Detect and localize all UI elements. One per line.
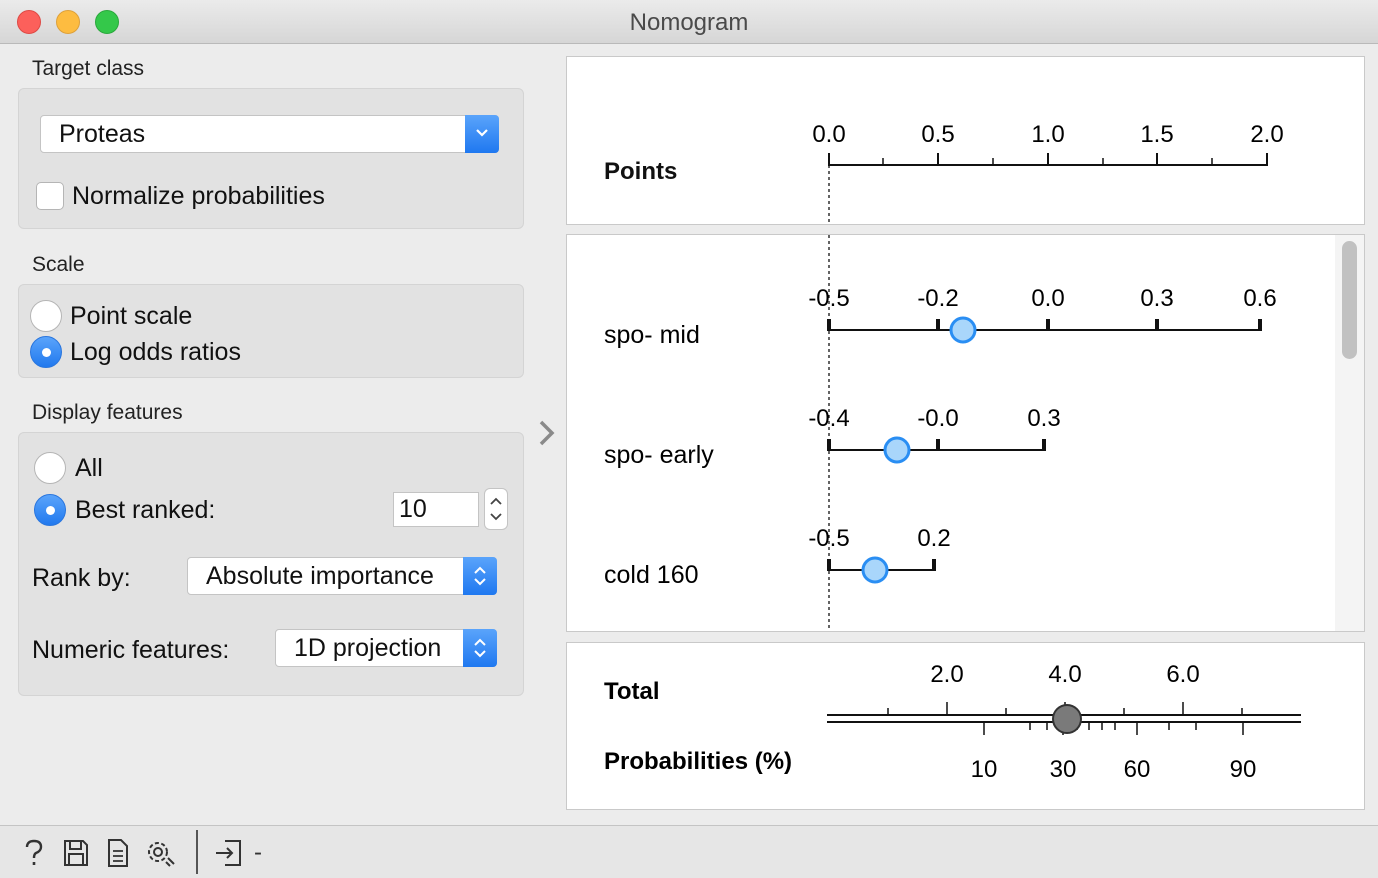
chevron-down-icon: [465, 115, 499, 153]
stepper-arrows-icon: [490, 497, 502, 521]
feature-tick-label: -0.5: [808, 285, 849, 312]
feature-name: spo- early: [604, 441, 714, 469]
target-class-value: Proteas: [59, 120, 146, 148]
probability-axis-ticks: [983, 722, 1244, 735]
window-title: Nomogram: [629, 9, 749, 36]
feature-tick-label: 0.3: [1027, 405, 1060, 432]
log-odds-ratios-radio[interactable]: [30, 336, 62, 368]
probability-tick-label: 90: [1230, 756, 1257, 783]
output-status-text: -: [254, 839, 262, 866]
probability-tick-label: 60: [1124, 756, 1151, 783]
scale-label: Scale: [32, 253, 85, 276]
features-scrollbar-thumb[interactable]: [1342, 241, 1357, 359]
total-tick-label: 6.0: [1166, 661, 1199, 688]
best-ranked-input[interactable]: 10: [393, 492, 479, 527]
numeric-features-select[interactable]: 1D projection: [275, 629, 497, 667]
feature-name: cold 160: [604, 561, 699, 589]
up-down-chevron-icon: [463, 629, 497, 667]
feature-name: spo- mid: [604, 321, 700, 349]
status-bar: -: [0, 825, 1378, 878]
save-icon[interactable]: [62, 838, 90, 868]
probabilities-label: Probabilities (%): [604, 748, 792, 775]
up-down-chevron-icon: [463, 557, 497, 595]
status-divider: [196, 830, 198, 874]
probability-tick-label: 10: [971, 756, 998, 783]
all-features-label: All: [75, 454, 103, 482]
log-odds-ratios-label: Log odds ratios: [70, 338, 241, 366]
feature-tick-label: 0.0: [1031, 285, 1064, 312]
feature-tick-label: -0.5: [808, 525, 849, 552]
best-ranked-label: Best ranked:: [75, 496, 216, 524]
points-label: Points: [604, 158, 677, 185]
normalize-probabilities-checkbox[interactable]: [36, 182, 64, 210]
point-scale-label: Point scale: [70, 302, 193, 330]
probability-tick-label: 30: [1050, 756, 1077, 783]
points-panel: Points 0.0 0.5 1.0 1.5 2.0: [566, 56, 1365, 225]
points-tick-label: 2.0: [1250, 121, 1283, 148]
total-tick-label: 2.0: [930, 661, 963, 688]
point-scale-radio[interactable]: [30, 300, 62, 332]
total-tick-label: 4.0: [1048, 661, 1081, 688]
points-tick-label: 0.0: [812, 121, 845, 148]
total-label: Total: [604, 678, 660, 705]
points-tick-label: 1.0: [1031, 121, 1064, 148]
settings-icon[interactable]: [144, 838, 178, 870]
total-marker[interactable]: [1052, 704, 1082, 734]
output-icon[interactable]: [214, 838, 244, 868]
feature-tick-label: 0.3: [1140, 285, 1173, 312]
collapse-panel-icon[interactable]: [536, 418, 558, 448]
report-icon[interactable]: [106, 838, 130, 868]
features-panel: spo- mid -0.5 -0.2 0.0 0.3 0.6 spo- earl…: [566, 234, 1365, 632]
target-class-label: Target class: [32, 57, 145, 80]
feature-tick-label: 0.6: [1243, 285, 1276, 312]
target-class-select[interactable]: Proteas: [40, 115, 499, 153]
feature-tick-label: -0.4: [808, 405, 849, 432]
feature-value-marker[interactable]: [949, 316, 977, 344]
rank-by-select[interactable]: Absolute importance: [187, 557, 497, 595]
numeric-features-value: 1D projection: [294, 634, 442, 662]
normalize-probabilities-label: Normalize probabilities: [72, 182, 325, 210]
title-bar: Nomogram: [0, 0, 1378, 44]
best-ranked-radio[interactable]: [34, 494, 66, 526]
points-tick-label: 0.5: [921, 121, 954, 148]
points-tick-label: 1.5: [1140, 121, 1173, 148]
display-features-label: Display features: [32, 401, 183, 424]
rank-by-label: Rank by:: [32, 564, 131, 592]
feature-tick-label: -0.0: [917, 405, 958, 432]
best-ranked-stepper[interactable]: [484, 488, 508, 530]
numeric-features-label: Numeric features:: [32, 636, 230, 664]
feature-value-marker[interactable]: [861, 556, 889, 584]
feature-tick-label: 0.2: [917, 525, 950, 552]
feature-value-marker[interactable]: [883, 436, 911, 464]
rank-by-value: Absolute importance: [206, 562, 434, 590]
total-panel: Total Probabilities (%) 2.0 4.0 6.0 10 3…: [566, 642, 1365, 810]
help-icon[interactable]: [22, 838, 46, 868]
feature-tick-label: -0.2: [917, 285, 958, 312]
all-features-radio[interactable]: [34, 452, 66, 484]
